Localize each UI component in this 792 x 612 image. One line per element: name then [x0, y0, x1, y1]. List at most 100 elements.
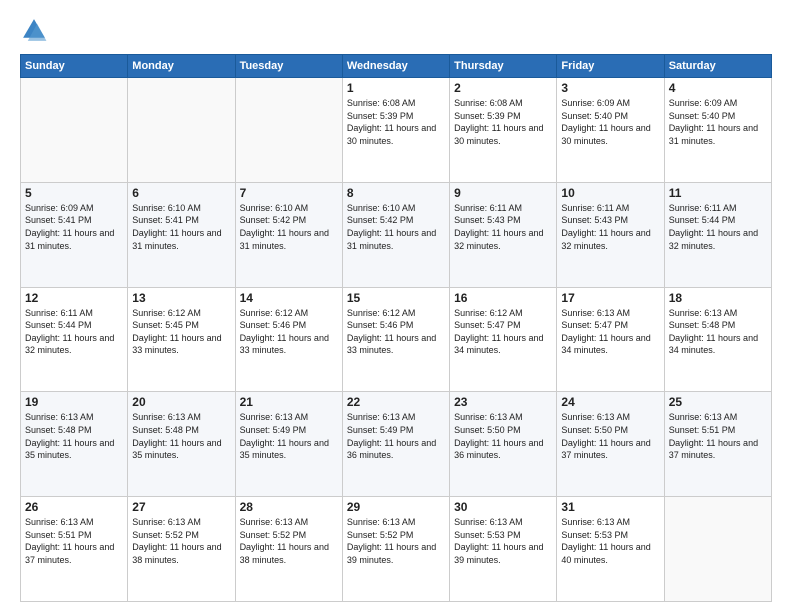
calendar-cell: 13 Sunrise: 6:12 AMSunset: 5:45 PMDaylig… — [128, 287, 235, 392]
day-number: 31 — [561, 500, 659, 514]
day-number: 27 — [132, 500, 230, 514]
calendar-cell: 21 Sunrise: 6:13 AMSunset: 5:49 PMDaylig… — [235, 392, 342, 497]
calendar-cell: 19 Sunrise: 6:13 AMSunset: 5:48 PMDaylig… — [21, 392, 128, 497]
calendar-cell: 9 Sunrise: 6:11 AMSunset: 5:43 PMDayligh… — [450, 182, 557, 287]
day-number: 14 — [240, 291, 338, 305]
calendar-cell: 2 Sunrise: 6:08 AMSunset: 5:39 PMDayligh… — [450, 78, 557, 183]
calendar-cell — [21, 78, 128, 183]
calendar-cell: 28 Sunrise: 6:13 AMSunset: 5:52 PMDaylig… — [235, 497, 342, 602]
calendar-cell — [128, 78, 235, 183]
calendar-cell: 1 Sunrise: 6:08 AMSunset: 5:39 PMDayligh… — [342, 78, 449, 183]
cell-info: Sunrise: 6:13 AMSunset: 5:51 PMDaylight:… — [25, 517, 114, 565]
day-header-thursday: Thursday — [450, 55, 557, 78]
cell-info: Sunrise: 6:13 AMSunset: 5:53 PMDaylight:… — [561, 517, 650, 565]
cell-info: Sunrise: 6:09 AMSunset: 5:40 PMDaylight:… — [669, 98, 758, 146]
cell-info: Sunrise: 6:13 AMSunset: 5:52 PMDaylight:… — [347, 517, 436, 565]
day-number: 20 — [132, 395, 230, 409]
day-number: 21 — [240, 395, 338, 409]
day-number: 26 — [25, 500, 123, 514]
day-header-sunday: Sunday — [21, 55, 128, 78]
day-header-monday: Monday — [128, 55, 235, 78]
calendar-cell: 6 Sunrise: 6:10 AMSunset: 5:41 PMDayligh… — [128, 182, 235, 287]
cell-info: Sunrise: 6:08 AMSunset: 5:39 PMDaylight:… — [347, 98, 436, 146]
cell-info: Sunrise: 6:12 AMSunset: 5:46 PMDaylight:… — [347, 308, 436, 356]
calendar-cell: 3 Sunrise: 6:09 AMSunset: 5:40 PMDayligh… — [557, 78, 664, 183]
week-row-5: 26 Sunrise: 6:13 AMSunset: 5:51 PMDaylig… — [21, 497, 772, 602]
day-number: 13 — [132, 291, 230, 305]
day-number: 25 — [669, 395, 767, 409]
calendar-table: SundayMondayTuesdayWednesdayThursdayFrid… — [20, 54, 772, 602]
header — [20, 16, 772, 44]
calendar-cell: 7 Sunrise: 6:10 AMSunset: 5:42 PMDayligh… — [235, 182, 342, 287]
cell-info: Sunrise: 6:13 AMSunset: 5:48 PMDaylight:… — [669, 308, 758, 356]
day-number: 5 — [25, 186, 123, 200]
cell-info: Sunrise: 6:10 AMSunset: 5:41 PMDaylight:… — [132, 203, 221, 251]
day-header-tuesday: Tuesday — [235, 55, 342, 78]
day-number: 7 — [240, 186, 338, 200]
calendar-cell: 22 Sunrise: 6:13 AMSunset: 5:49 PMDaylig… — [342, 392, 449, 497]
calendar-cell: 4 Sunrise: 6:09 AMSunset: 5:40 PMDayligh… — [664, 78, 771, 183]
day-header-wednesday: Wednesday — [342, 55, 449, 78]
calendar-cell: 18 Sunrise: 6:13 AMSunset: 5:48 PMDaylig… — [664, 287, 771, 392]
calendar-cell: 24 Sunrise: 6:13 AMSunset: 5:50 PMDaylig… — [557, 392, 664, 497]
cell-info: Sunrise: 6:13 AMSunset: 5:53 PMDaylight:… — [454, 517, 543, 565]
calendar-cell: 29 Sunrise: 6:13 AMSunset: 5:52 PMDaylig… — [342, 497, 449, 602]
day-number: 28 — [240, 500, 338, 514]
day-number: 16 — [454, 291, 552, 305]
page: SundayMondayTuesdayWednesdayThursdayFrid… — [0, 0, 792, 612]
day-number: 2 — [454, 81, 552, 95]
cell-info: Sunrise: 6:12 AMSunset: 5:46 PMDaylight:… — [240, 308, 329, 356]
day-number: 19 — [25, 395, 123, 409]
cell-info: Sunrise: 6:13 AMSunset: 5:50 PMDaylight:… — [561, 412, 650, 460]
calendar-cell — [235, 78, 342, 183]
day-number: 12 — [25, 291, 123, 305]
calendar-cell: 15 Sunrise: 6:12 AMSunset: 5:46 PMDaylig… — [342, 287, 449, 392]
cell-info: Sunrise: 6:11 AMSunset: 5:44 PMDaylight:… — [669, 203, 758, 251]
day-number: 29 — [347, 500, 445, 514]
calendar-cell: 27 Sunrise: 6:13 AMSunset: 5:52 PMDaylig… — [128, 497, 235, 602]
calendar-cell: 5 Sunrise: 6:09 AMSunset: 5:41 PMDayligh… — [21, 182, 128, 287]
week-row-2: 5 Sunrise: 6:09 AMSunset: 5:41 PMDayligh… — [21, 182, 772, 287]
day-number: 22 — [347, 395, 445, 409]
cell-info: Sunrise: 6:09 AMSunset: 5:41 PMDaylight:… — [25, 203, 114, 251]
calendar-cell: 10 Sunrise: 6:11 AMSunset: 5:43 PMDaylig… — [557, 182, 664, 287]
day-number: 23 — [454, 395, 552, 409]
week-row-4: 19 Sunrise: 6:13 AMSunset: 5:48 PMDaylig… — [21, 392, 772, 497]
calendar-cell: 14 Sunrise: 6:12 AMSunset: 5:46 PMDaylig… — [235, 287, 342, 392]
day-header-saturday: Saturday — [664, 55, 771, 78]
calendar-cell: 20 Sunrise: 6:13 AMSunset: 5:48 PMDaylig… — [128, 392, 235, 497]
day-number: 17 — [561, 291, 659, 305]
calendar-cell: 11 Sunrise: 6:11 AMSunset: 5:44 PMDaylig… — [664, 182, 771, 287]
day-number: 10 — [561, 186, 659, 200]
cell-info: Sunrise: 6:08 AMSunset: 5:39 PMDaylight:… — [454, 98, 543, 146]
calendar-cell: 16 Sunrise: 6:12 AMSunset: 5:47 PMDaylig… — [450, 287, 557, 392]
cell-info: Sunrise: 6:11 AMSunset: 5:44 PMDaylight:… — [25, 308, 114, 356]
day-number: 24 — [561, 395, 659, 409]
calendar-cell: 17 Sunrise: 6:13 AMSunset: 5:47 PMDaylig… — [557, 287, 664, 392]
cell-info: Sunrise: 6:13 AMSunset: 5:49 PMDaylight:… — [240, 412, 329, 460]
day-number: 15 — [347, 291, 445, 305]
day-number: 30 — [454, 500, 552, 514]
cell-info: Sunrise: 6:13 AMSunset: 5:51 PMDaylight:… — [669, 412, 758, 460]
day-number: 11 — [669, 186, 767, 200]
day-number: 18 — [669, 291, 767, 305]
day-number: 1 — [347, 81, 445, 95]
cell-info: Sunrise: 6:11 AMSunset: 5:43 PMDaylight:… — [454, 203, 543, 251]
day-number: 9 — [454, 186, 552, 200]
cell-info: Sunrise: 6:12 AMSunset: 5:47 PMDaylight:… — [454, 308, 543, 356]
calendar-cell: 30 Sunrise: 6:13 AMSunset: 5:53 PMDaylig… — [450, 497, 557, 602]
cell-info: Sunrise: 6:13 AMSunset: 5:48 PMDaylight:… — [132, 412, 221, 460]
cell-info: Sunrise: 6:11 AMSunset: 5:43 PMDaylight:… — [561, 203, 650, 251]
cell-info: Sunrise: 6:12 AMSunset: 5:45 PMDaylight:… — [132, 308, 221, 356]
day-header-friday: Friday — [557, 55, 664, 78]
calendar-cell: 23 Sunrise: 6:13 AMSunset: 5:50 PMDaylig… — [450, 392, 557, 497]
calendar-cell — [664, 497, 771, 602]
cell-info: Sunrise: 6:10 AMSunset: 5:42 PMDaylight:… — [347, 203, 436, 251]
calendar-cell: 31 Sunrise: 6:13 AMSunset: 5:53 PMDaylig… — [557, 497, 664, 602]
cell-info: Sunrise: 6:13 AMSunset: 5:49 PMDaylight:… — [347, 412, 436, 460]
calendar-cell: 12 Sunrise: 6:11 AMSunset: 5:44 PMDaylig… — [21, 287, 128, 392]
calendar-cell: 8 Sunrise: 6:10 AMSunset: 5:42 PMDayligh… — [342, 182, 449, 287]
calendar-header-row: SundayMondayTuesdayWednesdayThursdayFrid… — [21, 55, 772, 78]
cell-info: Sunrise: 6:13 AMSunset: 5:47 PMDaylight:… — [561, 308, 650, 356]
cell-info: Sunrise: 6:13 AMSunset: 5:50 PMDaylight:… — [454, 412, 543, 460]
